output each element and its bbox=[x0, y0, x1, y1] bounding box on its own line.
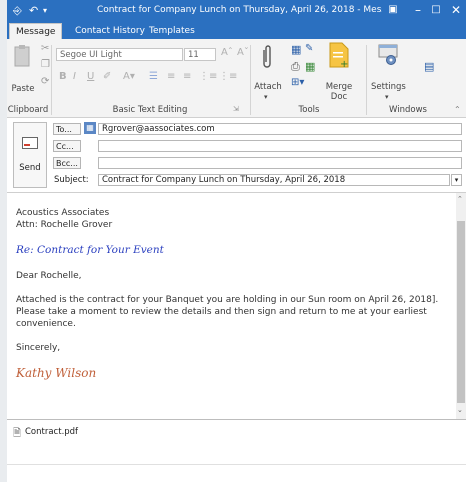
print-icon[interactable]: ⎙ bbox=[291, 60, 300, 74]
basic-text-group-label: Basic Text Editing bbox=[112, 105, 188, 115]
insert-field-icon[interactable]: ⊞▾ bbox=[291, 77, 304, 88]
message-header: Send To... ▦ Rgrover@aassociates.com Cc.… bbox=[7, 118, 466, 192]
message-body[interactable]: Acoustics Associates Attn: Rochelle Grov… bbox=[7, 192, 466, 419]
shrink-font-icon[interactable]: Aˇ bbox=[237, 47, 249, 58]
scrollbar-thumb[interactable] bbox=[457, 221, 465, 403]
settings-dropdown-icon[interactable]: ▾ bbox=[385, 93, 389, 101]
customize-quick-access-icon[interactable]: ▾ bbox=[43, 6, 47, 15]
settings-button[interactable]: Settings bbox=[371, 82, 406, 92]
title-bar: ⎆ ↶ ▾ Contract for Company Lunch on Thur… bbox=[7, 0, 466, 22]
tab-templates[interactable]: Templates bbox=[143, 23, 201, 39]
copy-icon[interactable]: ❐ bbox=[41, 59, 50, 70]
attachments-pane: 🗎 Contract.pdf bbox=[7, 419, 466, 483]
merge-doc-icon[interactable]: + bbox=[329, 42, 349, 71]
grow-font-icon[interactable]: Aˆ bbox=[221, 47, 233, 58]
paperclip-icon[interactable] bbox=[260, 44, 274, 73]
send-button[interactable]: Send bbox=[13, 122, 47, 188]
font-size-combo[interactable]: 11 bbox=[184, 48, 216, 61]
minimize-icon[interactable]: – bbox=[410, 3, 426, 17]
address-book-icon[interactable]: ▦ bbox=[291, 43, 301, 56]
vertical-scrollbar[interactable]: ⌃ ⌄ bbox=[456, 193, 466, 419]
subject-dropdown-icon[interactable]: ▾ bbox=[451, 174, 462, 186]
closing: Sincerely, bbox=[16, 343, 61, 353]
greeting: Dear Rochelle, bbox=[16, 271, 82, 281]
ribbon: Paste ✂ ❐ ⟳ Clipboard Segoe UI Light 11 … bbox=[7, 39, 466, 118]
attach-button[interactable]: Attach bbox=[253, 82, 283, 92]
align-center-icon[interactable]: ≡ bbox=[167, 71, 175, 82]
ribbon-separator bbox=[51, 45, 52, 115]
align-right-icon[interactable]: ≡ bbox=[183, 71, 191, 82]
edit-icon[interactable]: ✎ bbox=[305, 43, 313, 54]
merge-doc-button[interactable]: Merge Doc bbox=[318, 82, 360, 102]
bcc-button[interactable]: Bcc... bbox=[53, 157, 81, 169]
cc-field[interactable] bbox=[98, 140, 462, 152]
bold-button[interactable]: B bbox=[59, 71, 67, 82]
to-field[interactable]: Rgrover@aassociates.com bbox=[98, 123, 462, 135]
subject-field[interactable]: Contract for Company Lunch on Thursday, … bbox=[98, 174, 450, 186]
underline-button[interactable]: U bbox=[87, 71, 94, 82]
ribbon-separator bbox=[366, 45, 367, 115]
tab-contact-history[interactable]: Contact History bbox=[69, 23, 151, 39]
undo-icon[interactable]: ↶ bbox=[29, 4, 38, 17]
settings-icon[interactable] bbox=[378, 44, 398, 69]
file-icon: 🗎 bbox=[13, 428, 22, 439]
italic-button[interactable]: I bbox=[73, 71, 76, 82]
paste-button[interactable]: Paste bbox=[10, 84, 36, 94]
spreadsheet-icon[interactable]: ▦ bbox=[305, 60, 315, 73]
clipboard-group-label: Clipboard bbox=[7, 105, 49, 115]
bcc-field[interactable] bbox=[98, 157, 462, 169]
to-button[interactable]: To... bbox=[53, 123, 81, 135]
cc-button[interactable]: Cc... bbox=[53, 140, 81, 152]
collapse-ribbon-icon[interactable]: ⌃ bbox=[454, 105, 461, 114]
attachment-item[interactable]: Contract.pdf bbox=[25, 427, 78, 437]
dialog-launcher-icon[interactable]: ⇲ bbox=[233, 105, 239, 113]
scroll-up-icon[interactable]: ⌃ bbox=[457, 195, 463, 203]
check-names-icon[interactable]: ▦ bbox=[84, 122, 96, 134]
signature: Kathy Wilson bbox=[16, 366, 97, 380]
save-icon[interactable]: ⎆ bbox=[13, 4, 22, 18]
window-title: Contract for Company Lunch on Thursday, … bbox=[97, 5, 382, 15]
attachments-divider bbox=[7, 464, 466, 465]
recipient-attn: Attn: Rochelle Grover bbox=[16, 220, 113, 230]
subject-label: Subject: bbox=[54, 175, 89, 185]
numbering-icon[interactable]: ⋮≡ bbox=[219, 71, 237, 82]
highlight-icon[interactable]: ✐ bbox=[103, 71, 111, 82]
windows-group-label: Windows bbox=[389, 105, 427, 115]
ribbon-tabs: Message Contact History Templates bbox=[7, 22, 466, 40]
ribbon-separator bbox=[250, 45, 251, 115]
font-color-icon[interactable]: A▾ bbox=[123, 71, 135, 82]
window-switch-icon[interactable]: ▤ bbox=[424, 60, 434, 73]
bullets-icon[interactable]: ⋮≡ bbox=[199, 71, 217, 82]
ribbon-options-icon[interactable]: ▣ bbox=[385, 4, 401, 15]
scroll-down-icon[interactable]: ⌄ bbox=[457, 406, 463, 414]
align-left-icon[interactable]: ☰ bbox=[149, 71, 158, 82]
tab-message[interactable]: Message bbox=[9, 23, 63, 40]
attach-dropdown-icon[interactable]: ▾ bbox=[264, 93, 268, 101]
close-icon[interactable]: ✕ bbox=[448, 3, 464, 17]
font-name-combo[interactable]: Segoe UI Light bbox=[56, 48, 183, 61]
body-paragraph: Attached is the contract for your Banque… bbox=[16, 295, 439, 329]
svg-text:+: + bbox=[340, 59, 348, 68]
paste-icon[interactable] bbox=[13, 44, 33, 71]
maximize-icon[interactable]: □ bbox=[428, 4, 444, 15]
tools-group-label: Tools bbox=[298, 105, 320, 115]
format-painter-icon[interactable]: ⟳ bbox=[41, 76, 49, 87]
send-label: Send bbox=[19, 163, 41, 173]
message-text[interactable]: Acoustics Associates Attn: Rochelle Grov… bbox=[16, 207, 448, 379]
cut-icon[interactable]: ✂ bbox=[41, 43, 49, 54]
re-line: Re: Contract for Your Event bbox=[16, 244, 164, 256]
recipient-company: Acoustics Associates bbox=[16, 208, 110, 218]
